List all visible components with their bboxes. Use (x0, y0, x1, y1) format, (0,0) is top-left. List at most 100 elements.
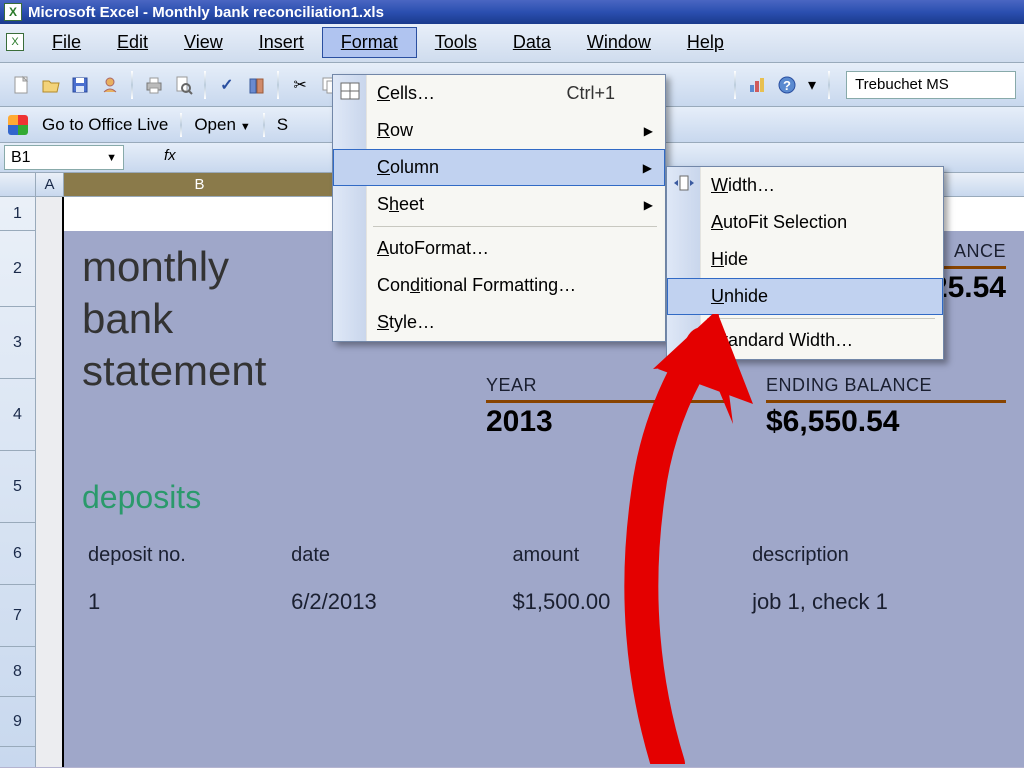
menu-view[interactable]: View (166, 28, 241, 57)
menu-edit[interactable]: Edit (99, 28, 166, 57)
file-name: Monthly bank reconciliation1.xls (152, 4, 384, 21)
row-header[interactable]: 4 (0, 379, 35, 451)
td-desc: job 1, check 1 (748, 579, 1004, 625)
separator (180, 113, 182, 137)
menu-tools[interactable]: Tools (417, 28, 495, 57)
format-sheet[interactable]: Sheet ▶ (333, 186, 665, 223)
column-autofit[interactable]: AutoFit Selection (667, 204, 943, 241)
balance-label-partial: ANCE (954, 241, 1006, 261)
font-name: Trebuchet MS (855, 76, 949, 93)
workbook-icon: X (6, 33, 24, 51)
ending-balance-label: ENDING BALANCE (766, 375, 1006, 396)
help-icon[interactable]: ? (774, 71, 800, 99)
row-header[interactable]: 9 (0, 697, 35, 747)
excel-icon: X (4, 3, 22, 21)
shortcut: Ctrl+1 (566, 83, 615, 104)
table-row: 1 6/2/2013 $1,500.00 job 1, check 1 (84, 579, 1004, 625)
th-amount: amount (508, 534, 746, 577)
permission-icon[interactable] (97, 71, 123, 99)
chart-icon[interactable] (744, 71, 770, 99)
column-submenu: Width… AutoFit Selection Hide Unhide Sta… (666, 166, 944, 360)
name-box-dropdown-icon[interactable]: ▼ (106, 152, 117, 164)
column-a-stripe (36, 197, 64, 767)
row-header[interactable]: 3 (0, 307, 35, 379)
separator (828, 71, 830, 99)
format-row[interactable]: Row ▶ (333, 112, 665, 149)
research-icon[interactable] (244, 71, 270, 99)
select-all-corner[interactable] (0, 173, 36, 196)
office-live-logo-icon (8, 115, 28, 135)
width-icon (671, 174, 697, 197)
row-header[interactable]: 6 (0, 523, 35, 585)
format-column[interactable]: Column ▶ (333, 149, 665, 186)
new-icon[interactable] (8, 71, 34, 99)
name-box-value: B1 (11, 149, 31, 167)
row-header[interactable]: 7 (0, 585, 35, 647)
menu-window[interactable]: Window (569, 28, 669, 57)
doc-title-line3: statement (82, 345, 474, 397)
submenu-arrow-icon: ▶ (643, 161, 652, 175)
th-description: description (748, 534, 1004, 577)
year-label: YEAR (486, 375, 726, 396)
separator (131, 71, 133, 99)
row-header[interactable]: 1 (0, 197, 35, 231)
svg-text:?: ? (783, 78, 791, 93)
menu-data[interactable]: Data (495, 28, 569, 57)
go-to-office-live[interactable]: Go to Office Live (36, 113, 174, 137)
cells-icon (337, 82, 363, 105)
format-menu: CCells…ells… Ctrl+1 Row ▶ Column ▶ Sheet… (332, 74, 666, 342)
menu-bar-wrap: X File Edit View Insert Format Tools Dat… (0, 24, 1024, 63)
td-date: 6/2/2013 (287, 579, 506, 625)
td-no: 1 (84, 579, 285, 625)
row-header[interactable]: 2 (0, 231, 35, 307)
ending-balance-value: $6,550.54 (766, 405, 1006, 439)
office-live-open[interactable]: Open▼ (188, 113, 256, 137)
print-icon[interactable] (141, 71, 167, 99)
column-unhide[interactable]: Unhide (667, 278, 943, 315)
cut-icon[interactable]: ✂ (287, 71, 313, 99)
column-width[interactable]: Width… (667, 167, 943, 204)
format-cells[interactable]: CCells…ells… Ctrl+1 (333, 75, 665, 112)
menu-file[interactable]: File (34, 28, 99, 57)
submenu-arrow-icon: ▶ (644, 198, 653, 212)
table-header-row: deposit no. date amount description (84, 534, 1004, 577)
deposits-table: deposit no. date amount description 1 6/… (82, 532, 1006, 627)
print-preview-icon[interactable] (170, 71, 196, 99)
format-style[interactable]: Style… (333, 304, 665, 341)
save-icon[interactable] (67, 71, 93, 99)
open-icon[interactable] (38, 71, 64, 99)
separator (277, 71, 279, 99)
menu-separator (373, 226, 657, 227)
menu-format[interactable]: Format (322, 27, 417, 58)
row-header[interactable]: 5 (0, 451, 35, 523)
office-live-save-partial[interactable]: S (271, 113, 294, 137)
td-amount: $1,500.00 (508, 579, 746, 625)
separator (263, 113, 265, 137)
name-box[interactable]: B1 ▼ (4, 145, 124, 170)
title-bar: X Microsoft Excel - Monthly bank reconci… (0, 0, 1024, 24)
menu-separator (707, 318, 935, 319)
th-deposit-no: deposit no. (84, 534, 285, 577)
th-date: date (287, 534, 506, 577)
column-standard-width[interactable]: Standard Width… (667, 322, 943, 359)
format-conditional[interactable]: Conditional Formatting… (333, 267, 665, 304)
cancel-fx-icon[interactable] (128, 143, 148, 172)
toolbar-overflow-icon[interactable]: ▾ (804, 71, 821, 99)
separator (204, 71, 206, 99)
spelling-icon[interactable]: ✓ (214, 71, 240, 99)
submenu-arrow-icon: ▶ (644, 124, 653, 138)
row-header[interactable]: 8 (0, 647, 35, 697)
menu-bar: File Edit View Insert Format Tools Data … (34, 26, 742, 58)
app-name: Microsoft Excel (28, 4, 139, 21)
menu-help[interactable]: Help (669, 28, 742, 57)
year-value: 2013 (486, 405, 726, 439)
format-autoformat[interactable]: AutoFormat… (333, 230, 665, 267)
separator (734, 71, 736, 99)
column-hide[interactable]: Hide (667, 241, 943, 278)
font-selector[interactable]: Trebuchet MS (846, 71, 1016, 99)
fx-label[interactable]: fx (148, 143, 192, 172)
row-headers: 1 2 3 4 5 6 7 8 9 (0, 197, 36, 767)
col-header-b[interactable]: B (64, 173, 336, 196)
menu-insert[interactable]: Insert (241, 28, 322, 57)
col-header-a[interactable]: A (36, 173, 64, 196)
